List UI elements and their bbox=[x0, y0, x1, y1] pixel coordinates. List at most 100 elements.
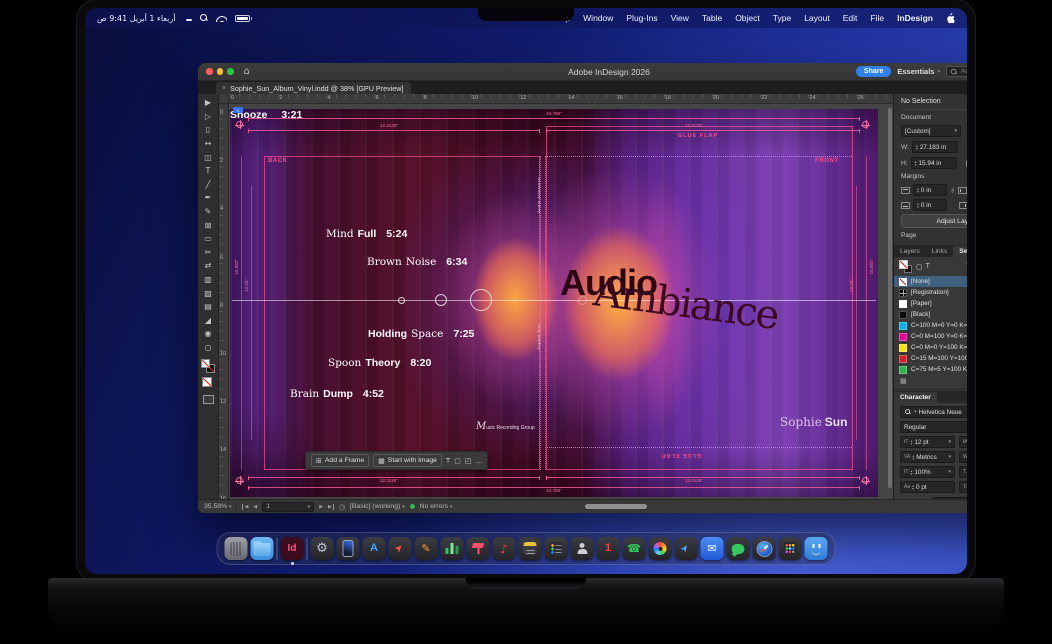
menu-clock[interactable]: أربعاء 1 أبريل 9:41 ص bbox=[97, 14, 175, 23]
last-page-button[interactable]: ▶ bbox=[328, 504, 334, 510]
reminders-dock-icon[interactable] bbox=[545, 537, 568, 560]
mail-dock-icon[interactable]: ✉ bbox=[701, 537, 724, 560]
canvas-viewport[interactable]: 1 24.786" 12.31 bbox=[229, 104, 893, 499]
safari-dock-icon[interactable] bbox=[753, 537, 776, 560]
tab-links[interactable]: Links bbox=[926, 246, 953, 257]
black-swatch[interactable]: [Black] ✕ bbox=[894, 309, 967, 320]
battery-icon[interactable] bbox=[235, 15, 250, 22]
page-number-badge[interactable]: 1 bbox=[233, 107, 243, 113]
track-item[interactable]: MindFull5:24 bbox=[326, 228, 407, 240]
appstore-dock-icon[interactable]: A bbox=[363, 537, 386, 560]
text-affects-icon[interactable]: T bbox=[926, 263, 930, 270]
menu-item[interactable]: Type bbox=[773, 13, 791, 23]
horizontal-scrollbar[interactable] bbox=[585, 504, 647, 509]
pencil-tool[interactable]: ✎ bbox=[200, 205, 217, 219]
cyan-swatch[interactable]: C=100 M=0 Y=0 K=0 bbox=[894, 320, 967, 331]
content-collector-tool[interactable]: ◫ bbox=[200, 150, 217, 164]
menu-item[interactable]: Table bbox=[702, 13, 722, 23]
width-field[interactable]: ▴▾ 27.183 in bbox=[912, 141, 958, 153]
adjust-layout-button[interactable]: Adjust Layout bbox=[901, 214, 967, 228]
preflight-status[interactable]: No errors ▾ bbox=[420, 503, 453, 510]
apply-color-chip[interactable] bbox=[202, 377, 214, 389]
facing-pages-checkbox[interactable] bbox=[966, 160, 967, 167]
spotlight-search-icon[interactable] bbox=[200, 14, 208, 22]
preflight-icon[interactable]: ◷ bbox=[339, 503, 345, 511]
type-icon[interactable]: T bbox=[446, 457, 450, 465]
phone-dock-icon[interactable]: ☎ bbox=[623, 537, 646, 560]
none-swatch[interactable]: [None] ✕ bbox=[894, 276, 967, 287]
add-frame-button[interactable]: ⊞ Add a Frame bbox=[311, 454, 369, 467]
font-family-select[interactable]: ▾ Helvetica Neue ▾ bbox=[900, 406, 967, 418]
link-margins-icon[interactable]: ∞ bbox=[949, 188, 956, 193]
fill-chip[interactable] bbox=[201, 359, 210, 368]
rectangle-tool[interactable]: ▭ bbox=[200, 232, 217, 246]
ruler-origin[interactable] bbox=[219, 94, 229, 104]
notes-dock-icon[interactable] bbox=[519, 537, 542, 560]
keynote-dock-icon[interactable] bbox=[467, 537, 490, 560]
trash-dock-icon[interactable] bbox=[225, 537, 248, 560]
rectangle-icon[interactable]: ▢ bbox=[454, 457, 461, 465]
fill-stroke-proxy[interactable] bbox=[899, 260, 913, 273]
track-item[interactable]: HoldingSpace7:25 bbox=[368, 328, 474, 340]
pencil-dock-icon[interactable]: ✎ bbox=[415, 537, 438, 560]
zoom-tool[interactable]: ○ bbox=[200, 341, 217, 355]
vertical-scale-field[interactable]: IT ▴▾ 100% ▾ bbox=[900, 466, 955, 478]
menu-item[interactable]: View bbox=[671, 13, 689, 23]
formatting-affects-icon[interactable]: ▢ bbox=[916, 263, 923, 271]
next-page-button[interactable]: ▶ bbox=[319, 504, 323, 510]
album-spread-artwork[interactable]: 24.786" 12.3125" 12.3125" bbox=[230, 109, 878, 497]
gap-tool[interactable]: ↔ bbox=[200, 137, 217, 151]
menu-item[interactable]: Layout bbox=[804, 13, 830, 23]
height-field[interactable]: ▴▾ 15.94 in bbox=[911, 157, 957, 169]
vertical-ruler[interactable]: 0246810121416 bbox=[219, 104, 229, 499]
vertical-scrollbar[interactable] bbox=[888, 108, 892, 488]
previous-page-button[interactable]: ◀ bbox=[253, 504, 257, 510]
zoom-window-button[interactable] bbox=[227, 68, 234, 75]
adobe-stock-search-input[interactable]: Adobe Stock bbox=[946, 66, 967, 77]
wifi-icon[interactable] bbox=[216, 14, 227, 22]
share-button[interactable]: Share bbox=[856, 66, 891, 77]
page-tool[interactable]: ▯ bbox=[200, 123, 217, 137]
font-style-select[interactable]: Regular ▾ bbox=[900, 421, 967, 433]
rocket-dock-icon[interactable]: ➤ bbox=[389, 537, 412, 560]
tab-swatches[interactable]: Swatches bbox=[953, 246, 967, 257]
leading-field[interactable]: tA ▴▾ (14.4 pt) ▾ bbox=[959, 436, 967, 448]
paper-swatch[interactable]: [Paper] bbox=[894, 298, 967, 309]
frame-tool[interactable]: ⊠ bbox=[200, 218, 217, 232]
maps-dock-icon[interactable]: ➤ bbox=[675, 537, 698, 560]
registration-swatch[interactable]: [Registration] ✕⊕ bbox=[894, 287, 967, 298]
green-swatch[interactable]: C=75 M=5 Y=100 K=0 bbox=[894, 364, 967, 375]
control-center-icon[interactable] bbox=[183, 14, 192, 22]
settings-dock-icon[interactable]: ⚙ bbox=[311, 537, 334, 560]
artist-name[interactable]: SophieSun bbox=[780, 415, 847, 429]
track-item[interactable]: BrownNoise6:34 bbox=[367, 256, 467, 268]
track-item[interactable]: SpoonTheory8:20 bbox=[328, 357, 431, 369]
start-with-image-button[interactable]: ▦ Start with Image bbox=[373, 454, 442, 467]
menu-item[interactable]: InDesign bbox=[897, 13, 933, 23]
indesign-dock-icon[interactable]: Id bbox=[281, 537, 304, 560]
photos-dock-icon[interactable] bbox=[649, 537, 672, 560]
yellow-swatch[interactable]: C=0 M=0 Y=100 K=0 bbox=[894, 342, 967, 353]
menu-item[interactable]: Plug-Ins bbox=[626, 13, 657, 23]
font-size-field[interactable]: tT ▴▾ 12 pt ▾ bbox=[900, 436, 955, 448]
tab-layers[interactable]: Layers bbox=[894, 246, 926, 257]
track-item[interactable]: BrainDump4:52 bbox=[290, 388, 384, 400]
more-options-icon[interactable]: … bbox=[475, 457, 482, 465]
magenta-swatch[interactable]: C=0 M=100 Y=0 K=0 bbox=[894, 331, 967, 342]
baseline-shift-field[interactable]: Aa ▴▾ 0 pt bbox=[900, 481, 955, 493]
workspace-switcher[interactable]: Essentials▾ bbox=[897, 67, 940, 76]
place-icon[interactable]: ◰ bbox=[465, 457, 472, 465]
hand-tool[interactable]: ◉ bbox=[200, 327, 217, 341]
horizontal-ruler[interactable]: 02468101214161820222426 bbox=[229, 94, 893, 104]
menu-item[interactable]: Edit bbox=[843, 13, 858, 23]
messages-dock-icon[interactable] bbox=[727, 537, 750, 560]
direct-selection-tool[interactable]: ▷ bbox=[200, 110, 217, 124]
free-transform-tool[interactable]: ⇄ bbox=[200, 259, 217, 273]
downloads-dock-icon[interactable] bbox=[251, 537, 274, 560]
iphone-mirroring-dock-icon[interactable] bbox=[337, 537, 360, 560]
page-number-field[interactable]: 1▾ bbox=[262, 502, 314, 512]
eyedropper-tool[interactable]: ◢ bbox=[200, 314, 217, 328]
type-tool[interactable]: T bbox=[200, 164, 217, 178]
first-page-button[interactable]: ◀ bbox=[242, 504, 248, 510]
skew-field[interactable]: T∕ ▴▾ 0° bbox=[959, 481, 967, 493]
